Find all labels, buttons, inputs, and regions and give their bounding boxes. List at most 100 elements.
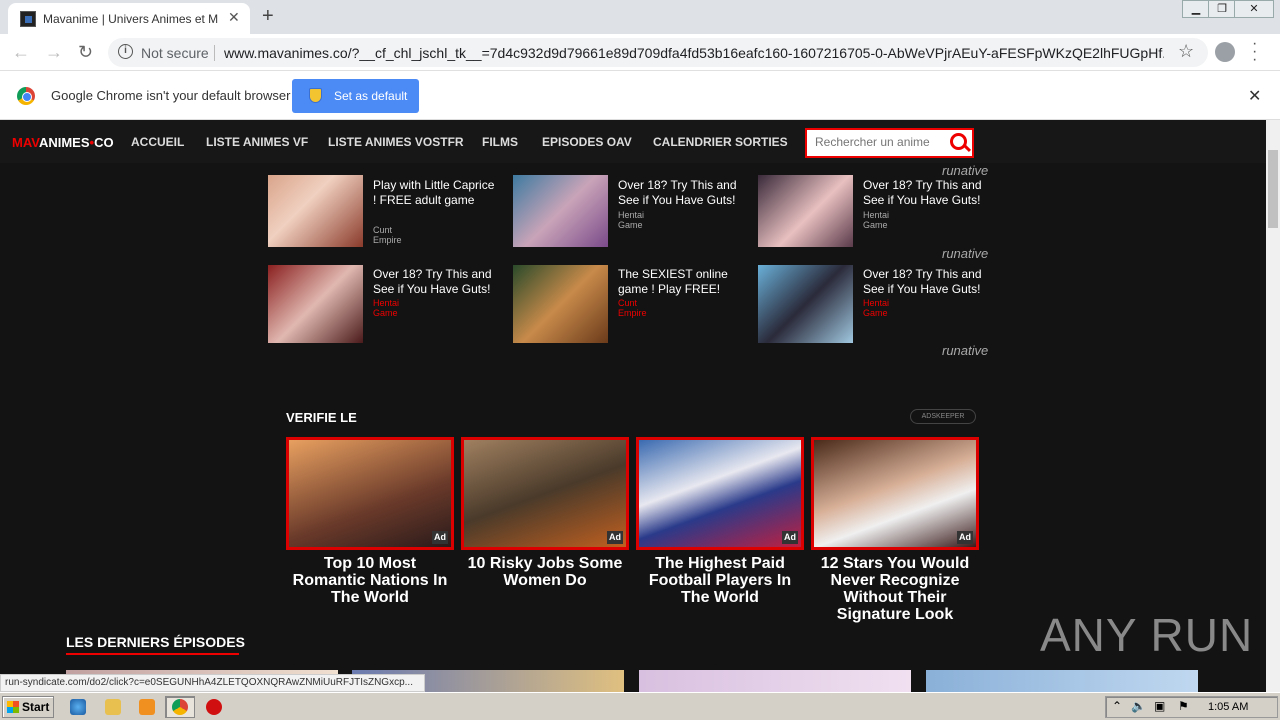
browser-tab[interactable]: Mavanime | Univers Animes et Mang ✕ (8, 3, 250, 34)
ad-item[interactable]: The SEXIEST online game ! Play FREE! Cun… (513, 265, 728, 343)
sponsored-card[interactable]: Ad The Highest Paid Football Players In … (636, 437, 804, 606)
ad-image[interactable] (758, 265, 853, 343)
ad-image[interactable] (268, 265, 363, 343)
anyrun-watermark: ANY RUN (1040, 609, 1254, 661)
card-title[interactable]: Top 10 Most Romantic Nations In The Worl… (286, 555, 454, 606)
adskeeper-logo[interactable]: ADSKEEPER (910, 409, 976, 424)
logo-white-part: ANIMES (38, 135, 90, 150)
ad-badge: Ad (957, 531, 973, 544)
heading-underline (66, 653, 239, 655)
chrome-icon (172, 699, 188, 715)
sponsored-card[interactable]: Ad 10 Risky Jobs Some Women Do (461, 437, 629, 589)
divider (214, 45, 215, 61)
latest-episodes-heading: LES DERNIERS ÉPISODES (66, 634, 245, 650)
ad-badge: Ad (432, 531, 448, 544)
ie-icon[interactable] (70, 699, 86, 715)
ad-item[interactable]: Over 18? Try This and See if You Have Gu… (513, 175, 737, 247)
ad-image[interactable] (513, 175, 608, 247)
volume-icon[interactable]: 🔈 (1131, 699, 1146, 713)
ad-item[interactable]: Play with Little Caprice ! FREE adult ga… (268, 175, 494, 247)
ad-title[interactable]: Over 18? Try This and See if You Have Gu… (863, 267, 988, 297)
logo-tld: CO (94, 135, 114, 150)
ad-item[interactable]: Over 18? Try This and See if You Have Gu… (268, 265, 492, 343)
explorer-folder-icon[interactable] (105, 699, 121, 715)
card-image[interactable]: Ad (636, 437, 804, 550)
profile-avatar-icon[interactable] (1215, 42, 1235, 62)
start-label: Start (22, 700, 50, 714)
ad-image[interactable] (268, 175, 363, 247)
clock[interactable]: 1:05 AM (1208, 701, 1248, 713)
start-button[interactable]: Start (2, 696, 54, 718)
section-heading: VERIFIE LE (286, 410, 357, 425)
network-icon[interactable]: ▣ (1154, 699, 1165, 713)
close-window-icon[interactable]: ✕ (1234, 0, 1274, 18)
card-title[interactable]: The Highest Paid Football Players In The… (636, 555, 804, 606)
nav-liste-animes-vostfr[interactable]: LISTE ANIMES VOSTFR (328, 135, 464, 149)
shield-icon (309, 88, 322, 103)
chrome-taskbar-button[interactable] (165, 696, 195, 718)
card-image[interactable]: Ad (461, 437, 629, 550)
windows-logo-icon (7, 701, 19, 713)
flag-icon[interactable]: ⚑ (1178, 699, 1189, 713)
browser-toolbar: ← → ↻ i Not secure www.mavanimes.co/?__c… (0, 34, 1280, 71)
ad-title[interactable]: Play with Little Caprice ! FREE adult ga… (373, 178, 498, 208)
infobar-close-icon[interactable]: ✕ (1248, 86, 1261, 106)
address-bar[interactable]: i Not secure www.mavanimes.co/?__cf_chl_… (108, 38, 1208, 67)
nav-episodes-oav[interactable]: EPISODES OAV (542, 135, 632, 149)
nav-liste-animes-vf[interactable]: LISTE ANIMES VF (206, 135, 308, 149)
logo-red-part: MAV (12, 135, 39, 150)
close-tab-icon[interactable]: ✕ (228, 9, 240, 26)
ad-source: Cunt Empire (373, 225, 402, 245)
forward-icon[interactable]: → (45, 42, 63, 63)
new-tab-icon[interactable]: + (262, 5, 274, 28)
nav-films[interactable]: FILMS (482, 135, 518, 149)
ad-badge: Ad (607, 531, 623, 544)
media-player-icon[interactable] (139, 699, 155, 715)
set-default-button[interactable]: Set as default (292, 79, 419, 113)
card-title[interactable]: 12 Stars You Would Never Recognize Witho… (811, 555, 979, 623)
info-icon[interactable]: i (118, 44, 133, 59)
restore-icon[interactable]: ❐ (1208, 0, 1236, 18)
ad-image[interactable] (513, 265, 608, 343)
ad-title[interactable]: Over 18? Try This and See if You Have Gu… (373, 267, 498, 297)
search-input[interactable] (815, 135, 940, 149)
nav-calendrier-sorties[interactable]: CALENDRIER SORTIES (653, 135, 788, 149)
minimize-icon[interactable]: ▁ (1182, 0, 1210, 18)
system-tray: ⌃ 🔈 ▣ ⚑ (1105, 696, 1278, 718)
episode-thumbnail[interactable] (926, 670, 1198, 692)
menu-dots-icon[interactable]: · · · (1252, 36, 1257, 68)
set-default-label: Set as default (334, 89, 408, 103)
stop-icon[interactable] (206, 699, 222, 715)
search-icon[interactable] (950, 133, 967, 150)
url-text[interactable]: www.mavanimes.co/?__cf_chl_jschl_tk__=7d… (224, 45, 1164, 61)
back-icon[interactable]: ← (12, 42, 30, 63)
nav-accueil[interactable]: ACCUEIL (131, 135, 184, 149)
ad-item[interactable]: Over 18? Try This and See if You Have Gu… (758, 265, 982, 343)
ad-source: Hentai Game (373, 298, 400, 318)
reload-icon[interactable]: ↻ (78, 42, 93, 63)
ad-item[interactable]: Over 18? Try This and See if You Have Gu… (758, 175, 982, 247)
ad-source: Hentai Game (863, 210, 890, 230)
sponsored-card[interactable]: Ad 12 Stars You Would Never Recognize Wi… (811, 437, 979, 623)
episode-thumbnail[interactable] (639, 670, 911, 692)
tray-expand-icon[interactable]: ⌃ (1112, 699, 1122, 713)
ad-title[interactable]: Over 18? Try This and See if You Have Gu… (863, 178, 988, 208)
sponsored-card[interactable]: Ad Top 10 Most Romantic Nations In The W… (286, 437, 454, 606)
card-title[interactable]: 10 Risky Jobs Some Women Do (461, 555, 629, 589)
ad-title[interactable]: Over 18? Try This and See if You Have Gu… (618, 178, 743, 208)
card-image[interactable]: Ad (286, 437, 454, 550)
runative-logo: runative (942, 343, 989, 358)
security-label: Not secure (141, 45, 209, 61)
scrollbar-thumb[interactable] (1268, 150, 1278, 228)
ad-image[interactable] (758, 175, 853, 247)
page-scrollbar[interactable] (1266, 120, 1280, 692)
ad-source: Hentai Game (863, 298, 890, 318)
ad-badge: Ad (782, 531, 798, 544)
ad-title[interactable]: The SEXIEST online game ! Play FREE! (618, 267, 743, 297)
default-browser-infobar: Google Chrome isn't your default browser (0, 71, 1280, 120)
bookmark-star-icon[interactable]: ☆ (1178, 41, 1194, 62)
site-navbar: MAVANIMES•CO ACCUEIL LISTE ANIMES VF LIS… (0, 120, 1266, 163)
card-image[interactable]: Ad (811, 437, 979, 550)
site-logo[interactable]: MAVANIMES•CO (12, 135, 114, 150)
tab-title: Mavanime | Univers Animes et Mang (43, 12, 218, 26)
